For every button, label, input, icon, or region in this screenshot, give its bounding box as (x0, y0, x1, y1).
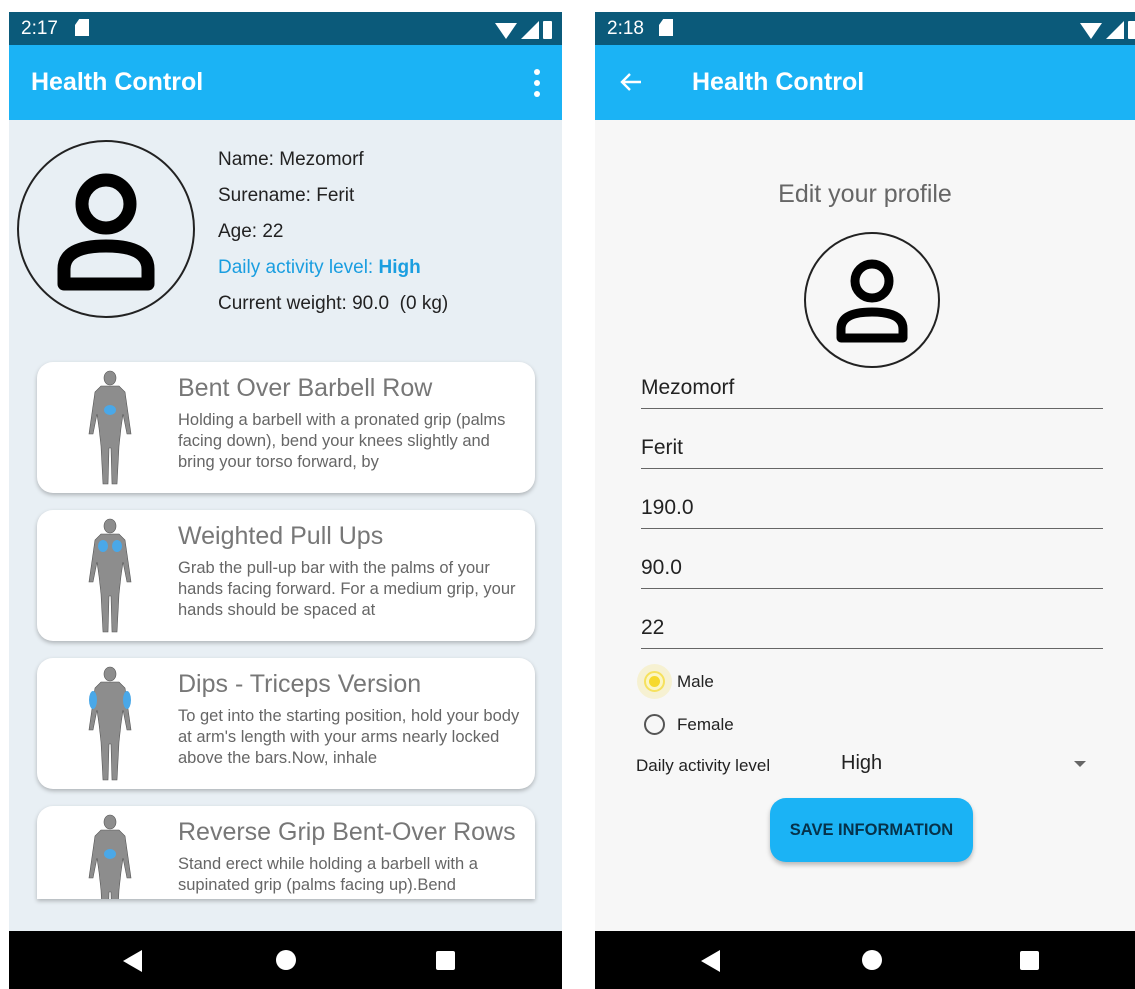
wifi-icon (495, 23, 517, 39)
radio-female[interactable]: Female (644, 714, 734, 735)
height-value: 190.0 (641, 496, 694, 519)
age-value: 22 (641, 616, 665, 639)
nav-home-icon[interactable] (862, 950, 882, 970)
radio-checked-icon (644, 671, 665, 692)
app-bar: Health Control (9, 45, 562, 120)
muscle-figure-image (88, 518, 132, 633)
status-bar: 2:17 (9, 12, 562, 45)
nav-home-icon[interactable] (276, 950, 296, 970)
exercise-card[interactable]: Dips - Triceps Version To get into the s… (37, 658, 535, 789)
profile-screen: 2:17 Health Control Name: Mezomorf Suren… (9, 12, 562, 989)
wifi-icon (1080, 23, 1102, 39)
dropdown-arrow-icon (1074, 761, 1086, 767)
radio-unchecked-icon (644, 714, 665, 735)
person-icon (836, 259, 908, 343)
activity-dropdown[interactable]: Daily activity level High (636, 752, 1086, 782)
exercise-card[interactable]: Bent Over Barbell Row Holding a barbell … (37, 362, 535, 493)
avatar (17, 140, 195, 318)
weight-field[interactable]: 90.0 (641, 552, 1103, 589)
app-title: Health Control (692, 68, 865, 96)
arrow-back-icon[interactable] (617, 68, 645, 96)
muscle-figure-image (88, 666, 132, 781)
exercise-description: Stand erect while holding a barbell with… (178, 855, 478, 894)
radio-label: Female (677, 714, 734, 734)
battery-icon (543, 21, 552, 39)
nav-recents-icon[interactable] (436, 951, 455, 970)
age-field[interactable]: 22 (641, 612, 1103, 649)
activity-label: Daily activity level (636, 756, 771, 775)
edit-profile-screen: 2:18 Health Control Edit your profile Me… (595, 12, 1135, 989)
avatar[interactable] (804, 232, 940, 368)
signal-icon (521, 21, 539, 39)
exercise-title: Weighted Pull Ups (178, 522, 384, 550)
nav-bar (9, 931, 562, 989)
activity-label: Daily activity level: (218, 257, 379, 278)
muscle-figure-image (88, 370, 132, 485)
more-vert-icon[interactable] (534, 69, 540, 97)
profile-surname: Surename: Ferit (218, 185, 355, 206)
profile-info: Name: Mezomorf Surename: Ferit Age: 22 D… (218, 142, 448, 322)
name-field[interactable]: Mezomorf (641, 372, 1103, 409)
radio-male[interactable]: Male (637, 664, 714, 699)
sd-card-icon (659, 19, 673, 36)
weight-value: 90.0 (641, 556, 682, 579)
radio-label: Male (677, 671, 714, 691)
profile-name: Name: Mezomorf (218, 149, 364, 170)
status-bar: 2:18 (595, 12, 1135, 45)
exercise-card[interactable]: Weighted Pull Ups Grab the pull-up bar w… (37, 510, 535, 641)
exercise-description: Grab the pull-up bar with the palms of y… (178, 559, 516, 619)
profile-activity: Daily activity level: High (218, 250, 448, 286)
surname-value: Ferit (641, 436, 683, 459)
exercise-title: Bent Over Barbell Row (178, 374, 433, 402)
battery-icon (1128, 21, 1135, 39)
nav-bar (595, 931, 1135, 989)
save-button[interactable]: SAVE INFORMATION (770, 798, 973, 862)
exercise-title: Dips - Triceps Version (178, 670, 422, 698)
sd-card-icon (75, 19, 89, 36)
page-title: Edit your profile (778, 180, 952, 208)
nav-recents-icon[interactable] (1020, 951, 1039, 970)
nav-back-icon[interactable] (123, 950, 142, 972)
height-field[interactable]: 190.0 (641, 492, 1103, 529)
status-time: 2:17 (21, 18, 58, 39)
exercise-description: Holding a barbell with a pronated grip (… (178, 411, 506, 471)
name-value: Mezomorf (641, 376, 735, 399)
profile-age: Age: 22 (218, 221, 284, 242)
activity-selected: High (841, 752, 883, 774)
exercise-title: Reverse Grip Bent-Over Rows (178, 818, 516, 846)
nav-back-icon[interactable] (701, 950, 720, 972)
app-title: Health Control (31, 68, 204, 96)
status-time: 2:18 (607, 18, 644, 39)
activity-value: High (378, 257, 421, 278)
exercise-description: To get into the starting position, hold … (178, 707, 520, 767)
profile-weight: Current weight: 90.0 (0 kg) (218, 293, 449, 314)
muscle-figure-image (88, 814, 132, 899)
person-icon (57, 173, 155, 291)
app-bar: Health Control (595, 45, 1135, 120)
exercise-card[interactable]: Reverse Grip Bent-Over Rows Stand erect … (37, 806, 535, 899)
signal-icon (1106, 21, 1124, 39)
surname-field[interactable]: Ferit (641, 432, 1103, 469)
